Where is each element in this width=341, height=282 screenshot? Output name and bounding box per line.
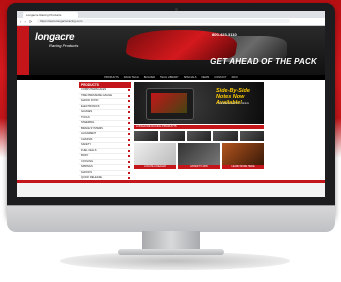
screen: Longacre Racing Products ‹ › ⟳ https://w… <box>17 11 325 197</box>
thumbnail-strip <box>134 131 265 141</box>
tile-button[interactable]: LEARN MORE HERE <box>222 165 264 169</box>
phone-number: 800-423-3110 <box>212 32 237 37</box>
feature-tile[interactable]: LOCATE A DEALER <box>134 143 176 169</box>
tile-button[interactable]: ENTER TO WIN <box>178 165 220 169</box>
monitor-stand-foot <box>118 249 224 255</box>
site-logo[interactable]: longacre Racing Products <box>35 32 107 62</box>
header-stripe <box>17 26 29 75</box>
thumbnail[interactable] <box>213 131 238 141</box>
thumbnail[interactable] <box>160 131 185 141</box>
feature-tiles: LOCATE A DEALER ENTER TO WIN LEARN MORE … <box>134 143 264 169</box>
thumbnail[interactable] <box>239 131 265 141</box>
promo-banner[interactable]: Side-By-Side Notes Now Available! Includ… <box>134 82 264 124</box>
tagline: GET AHEAD OF THE PACK <box>210 57 317 66</box>
map-image <box>134 143 176 165</box>
feature-tile[interactable]: ENTER TO WIN <box>178 143 220 169</box>
car-image <box>178 143 220 165</box>
page-content: PRODUCTS COMPUTERSCALES TIRE PRESSURE GAU… <box>17 80 325 197</box>
browser-address-bar: ‹ › ⟳ https://www.longacreracing.com <box>17 18 325 26</box>
tablet-image <box>146 88 194 120</box>
url-input[interactable]: https://www.longacreracing.com <box>37 19 290 23</box>
banner-subtitle: Included on all 9.7" Tablets <box>218 102 249 105</box>
logo-text: longacre <box>35 32 75 43</box>
main-column: Side-By-Side Notes Now Available! Includ… <box>134 82 265 169</box>
thumbnail[interactable] <box>134 131 159 141</box>
thumbnail[interactable] <box>186 131 212 141</box>
news-ticker[interactable]: LONGACRE RACING PRODUCTS <box>134 125 264 129</box>
feature-tile[interactable]: LEARN MORE HERE <box>222 143 264 169</box>
tile-button[interactable]: LOCATE A DEALER <box>134 165 176 169</box>
logo-subtitle: Racing Products <box>49 43 79 48</box>
product-image <box>222 143 264 165</box>
browser-nav-icons[interactable]: ‹ › ⟳ <box>20 19 33 24</box>
site-header: longacre Racing Products 800-423-3110 GE… <box>17 26 325 75</box>
monitor-stand-neck <box>142 231 200 251</box>
browser-tabbar: Longacre Racing Products <box>17 11 325 18</box>
site-footer <box>17 183 325 197</box>
monitor-chin <box>7 205 335 232</box>
